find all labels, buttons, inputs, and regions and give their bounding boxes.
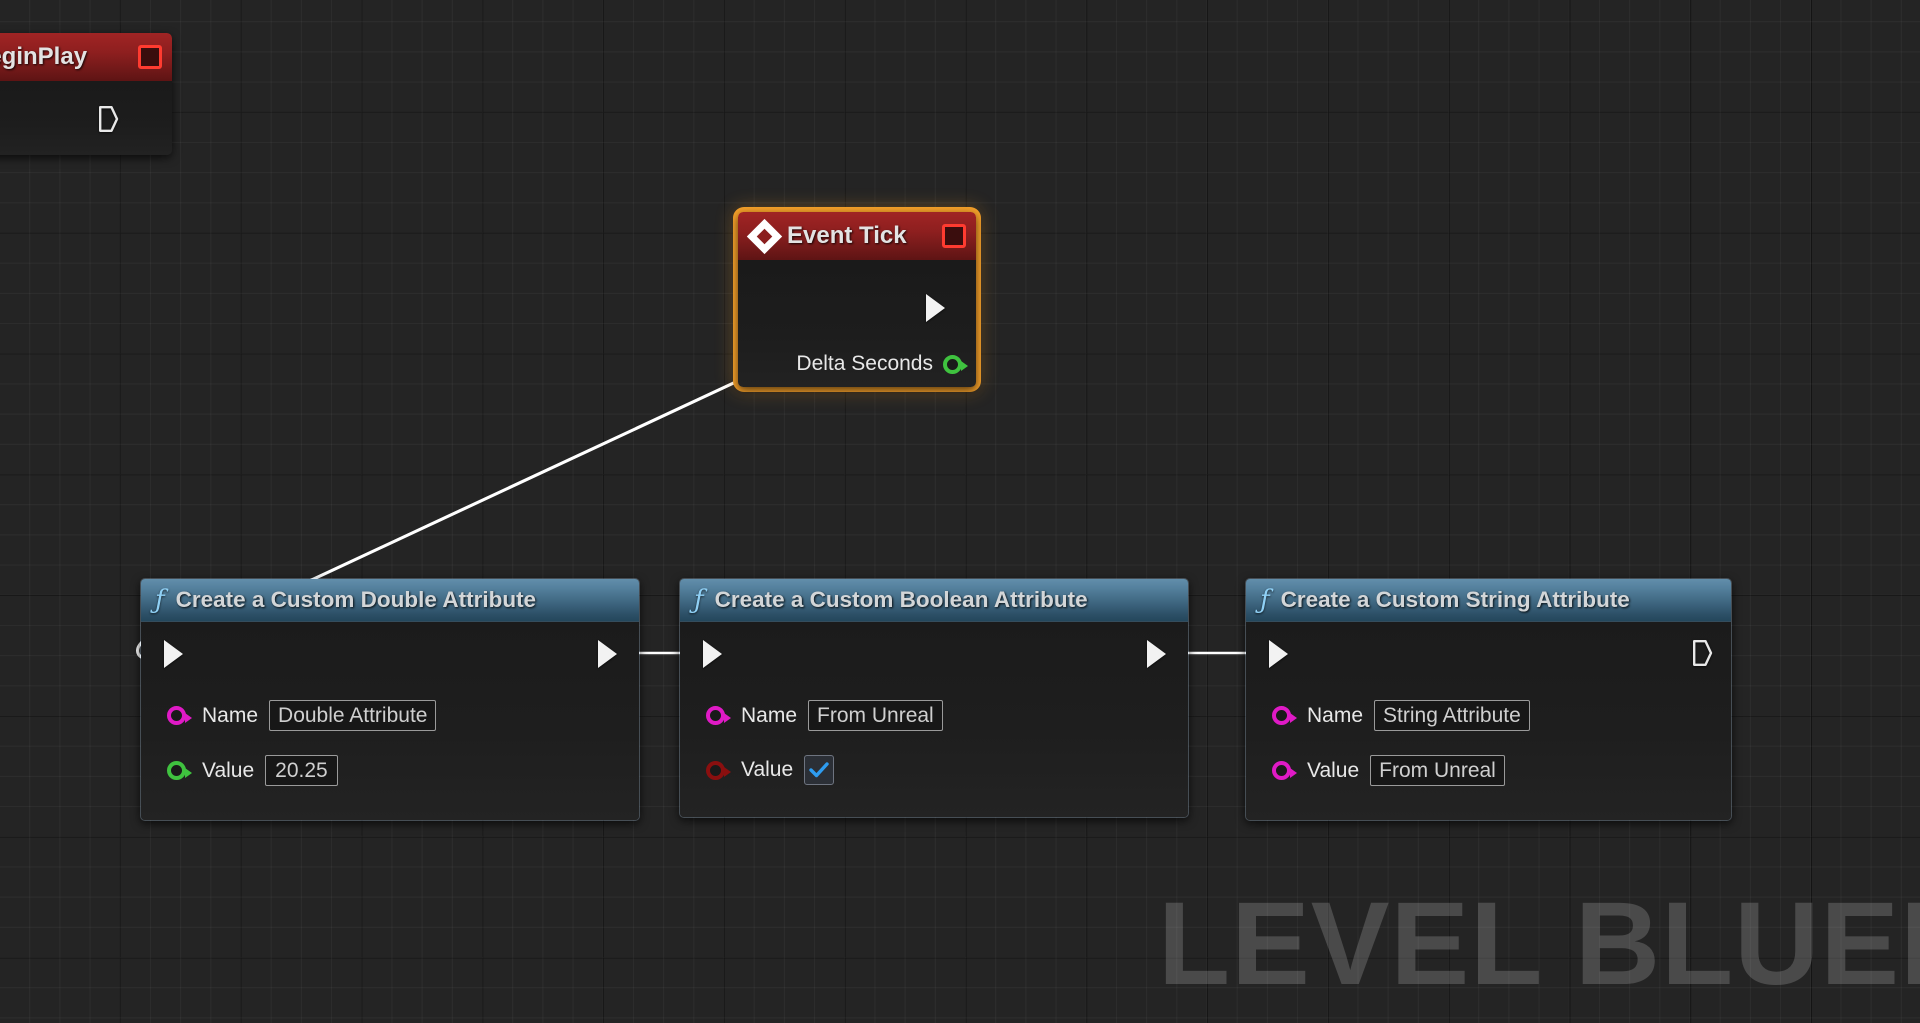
node-body	[0, 81, 172, 155]
delta-seconds-pin[interactable]	[943, 355, 962, 374]
node-input-row-name: Name String Attribute	[1272, 700, 1530, 731]
input-pin-label: Value	[202, 759, 254, 783]
node-header: ƒ Create a Custom String Attribute	[1246, 579, 1731, 622]
node-title: BeginPlay	[0, 43, 87, 71]
value-checkbox[interactable]	[804, 755, 834, 785]
input-pin-label: Value	[741, 758, 793, 782]
value-number-field[interactable]: 20.25	[265, 755, 338, 786]
node-input-row-value: Value 20.25	[167, 755, 338, 786]
name-value-field[interactable]: Double Attribute	[269, 700, 436, 731]
output-pin-label: Delta Seconds	[796, 352, 933, 376]
name-input-pin[interactable]	[167, 706, 186, 725]
name-input-pin[interactable]	[706, 706, 725, 725]
exec-in-pin[interactable]	[703, 640, 722, 668]
function-f-icon: ƒ	[155, 587, 165, 613]
node-header: ƒ Create a Custom Double Attribute	[141, 579, 639, 622]
value-text-field[interactable]: From Unreal	[1370, 755, 1505, 786]
value-input-pin[interactable]	[1272, 761, 1291, 780]
node-header: ƒ Create a Custom Boolean Attribute	[680, 579, 1188, 622]
value-input-pin[interactable]	[706, 761, 725, 780]
input-pin-label: Value	[1307, 759, 1359, 783]
function-f-icon: ƒ	[694, 587, 704, 613]
exec-out-pin[interactable]	[98, 105, 117, 131]
function-f-icon: ƒ	[1260, 587, 1270, 613]
checkmark-icon	[809, 762, 829, 778]
node-input-row-value: Value	[706, 755, 834, 785]
node-title: Event Tick	[787, 222, 907, 250]
name-value-field[interactable]: String Attribute	[1374, 700, 1530, 731]
node-body: Name String Attribute Value From Unreal	[1246, 622, 1731, 820]
event-graph-canvas[interactable]: LEVEL BLUEPRINT BeginPlay	[0, 0, 1920, 1023]
exec-out-pin[interactable]	[1692, 639, 1711, 665]
input-pin-label: Name	[741, 704, 797, 728]
node-input-row-name: Name From Unreal	[706, 700, 943, 731]
node-event-begin-play[interactable]: BeginPlay	[0, 33, 172, 155]
exec-out-pin[interactable]	[926, 294, 945, 322]
exec-out-pin[interactable]	[1147, 640, 1166, 668]
wire-layer	[0, 0, 1920, 1023]
stop-square-icon[interactable]	[138, 45, 162, 69]
node-title: Create a Custom String Attribute	[1281, 587, 1630, 613]
event-diamond-icon	[747, 218, 782, 253]
node-output-row: Delta Seconds	[796, 352, 962, 376]
node-body: Name From Unreal Value	[680, 622, 1188, 817]
name-input-pin[interactable]	[1272, 706, 1291, 725]
value-input-pin[interactable]	[167, 761, 186, 780]
node-header: Event Tick	[738, 212, 976, 260]
node-title: Create a Custom Double Attribute	[176, 587, 536, 613]
node-create-custom-boolean-attribute[interactable]: ƒ Create a Custom Boolean Attribute Name…	[679, 578, 1189, 818]
exec-out-pin[interactable]	[598, 640, 617, 668]
node-body: Name Double Attribute Value 20.25	[141, 622, 639, 820]
node-input-row-name: Name Double Attribute	[167, 700, 436, 731]
exec-in-pin[interactable]	[1269, 640, 1288, 668]
node-body: Delta Seconds	[738, 260, 976, 387]
exec-in-pin[interactable]	[164, 640, 183, 668]
node-event-tick[interactable]: Event Tick Delta Seconds	[733, 207, 981, 392]
stop-square-icon[interactable]	[942, 224, 966, 248]
node-create-custom-string-attribute[interactable]: ƒ Create a Custom String Attribute Name …	[1245, 578, 1732, 821]
node-create-custom-double-attribute[interactable]: ƒ Create a Custom Double Attribute Name …	[140, 578, 640, 821]
input-pin-label: Name	[1307, 704, 1363, 728]
node-title: Create a Custom Boolean Attribute	[715, 587, 1088, 613]
node-header: BeginPlay	[0, 33, 172, 81]
input-pin-label: Name	[202, 704, 258, 728]
node-input-row-value: Value From Unreal	[1272, 755, 1505, 786]
name-value-field[interactable]: From Unreal	[808, 700, 943, 731]
level-blueprint-watermark: LEVEL BLUEPRINT	[1158, 885, 1920, 1003]
